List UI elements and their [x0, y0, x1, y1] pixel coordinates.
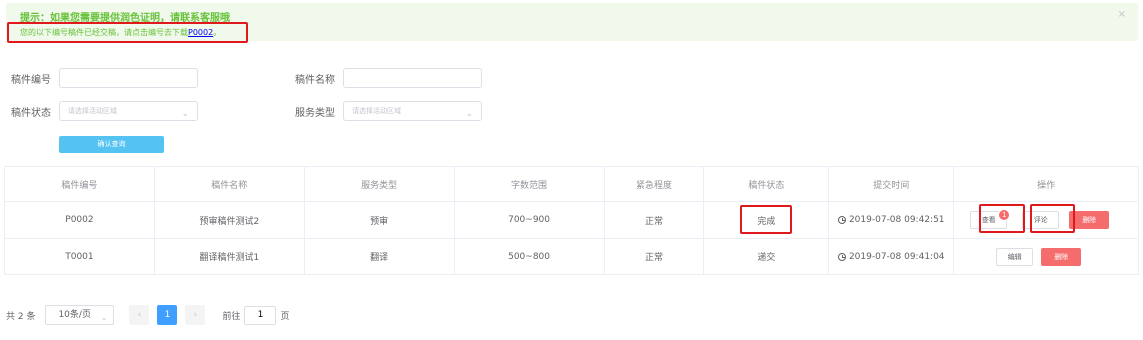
column-header-urgency: 紧急程度: [605, 167, 705, 201]
cell-urgency: 正常: [605, 202, 705, 238]
manuscript-no-label: 稿件编号: [11, 75, 51, 86]
column-header-actions: 操作: [954, 167, 1140, 201]
prev-page-button[interactable]: ‹: [129, 305, 150, 325]
page-unit-label: 页: [280, 311, 290, 322]
cell-submit-time: 2019-07-08 09:42:51: [829, 202, 955, 238]
cell-status: 完成: [704, 202, 830, 238]
service-type-label: 服务类型: [295, 108, 335, 119]
notification-badge: 1: [998, 209, 1011, 221]
cell-service-type: 预审: [305, 202, 455, 238]
table-row: P0002 预审稿件测试2 预审 700~900 正常 完成 2019-07-0…: [5, 202, 1140, 239]
submit-time: 2019-07-08 09:42:51: [837, 215, 945, 225]
page-size-select[interactable]: 10条/页 ⌄: [45, 305, 115, 325]
alert-message-end: 。: [213, 28, 222, 37]
submit-time: 2019-07-08 09:41:04: [837, 251, 945, 262]
cell-submit-time: 2019-07-08 09:41:04: [829, 239, 955, 274]
cell-word-range: 500~800: [455, 239, 605, 274]
column-header-service-type: 服务类型: [305, 167, 455, 201]
column-header-manuscript-name: 稿件名称: [155, 167, 305, 201]
chevron-down-icon: ⌄: [181, 109, 189, 119]
chevron-down-icon: ⌄: [100, 313, 108, 322]
column-header-submit-time: 提交时间: [829, 167, 955, 201]
submit-time-text: 2019-07-08 09:42:51: [848, 215, 945, 225]
cell-service-type: 翻译: [305, 239, 455, 274]
cell-manuscript-no: T0001: [5, 239, 155, 274]
column-header-status: 稿件状态: [704, 167, 830, 201]
status-label: 稿件状态: [11, 108, 51, 119]
goto-label: 前往: [222, 311, 241, 322]
page-size-value: 10条/页: [58, 310, 91, 320]
cell-actions: 编辑 删除: [954, 239, 1140, 274]
manuscript-download-link[interactable]: P0002: [188, 28, 213, 37]
column-header-manuscript-no: 稿件编号: [5, 167, 155, 201]
service-type-select[interactable]: 请选择活动区域 ⌄: [343, 101, 482, 121]
clock-icon: [837, 252, 846, 261]
next-page-button[interactable]: ›: [185, 305, 206, 325]
page-number-1[interactable]: 1: [157, 305, 178, 325]
status-select-placeholder: 请选择活动区域: [68, 107, 117, 115]
cell-status: 递交: [704, 239, 830, 274]
delete-button[interactable]: 删除: [1041, 248, 1082, 266]
cell-urgency: 正常: [605, 239, 705, 274]
status-select[interactable]: 请选择活动区域 ⌄: [59, 101, 198, 121]
column-header-word-range: 字数范围: [455, 167, 605, 201]
service-type-select-placeholder: 请选择活动区域: [352, 107, 401, 115]
total-count: 共 2 条: [6, 311, 36, 322]
confirm-query-button[interactable]: 确认查询: [59, 136, 164, 153]
cell-actions: 查看 1 评论 删除: [954, 202, 1140, 238]
chevron-down-icon: ⌄: [465, 109, 473, 119]
clock-icon: [837, 216, 846, 224]
delete-button[interactable]: 删除: [1069, 211, 1110, 229]
table-header-row: 稿件编号 稿件名称 服务类型 字数范围 紧急程度 稿件状态 提交时间 操作: [5, 167, 1140, 202]
pagination: 共 2 条 10条/页 ⌄ ‹ 1 › 前往 页: [6, 305, 289, 325]
cell-manuscript-name: 预审稿件测试2: [155, 202, 305, 238]
comment-button[interactable]: 评论: [1022, 211, 1060, 229]
manuscript-name-input[interactable]: [343, 68, 482, 88]
manuscript-table: 稿件编号 稿件名称 服务类型 字数范围 紧急程度 稿件状态 提交时间 操作 P0…: [4, 166, 1140, 275]
close-icon[interactable]: ×: [1118, 9, 1126, 20]
goto-page-input[interactable]: [244, 305, 277, 325]
table-row: T0001 翻译稿件测试1 翻译 500~800 正常 递交 2019-07-0…: [5, 239, 1140, 275]
cell-word-range: 700~900: [455, 202, 605, 238]
alert-title: 提示：如果您需要提供润色证明，请联系客服哦: [20, 13, 230, 24]
cell-manuscript-name: 翻译稿件测试1: [155, 239, 305, 274]
cell-manuscript-no: P0002: [5, 202, 155, 238]
success-alert: 提示：如果您需要提供润色证明，请联系客服哦 您的以下编号稿件已经交稿，请点击编号…: [6, 3, 1138, 41]
alert-message-text: 您的以下编号稿件已经交稿，请点击编号去下载: [20, 28, 188, 37]
alert-message: 您的以下编号稿件已经交稿，请点击编号去下载P0002。: [20, 27, 221, 38]
manuscript-no-input[interactable]: [59, 68, 198, 88]
submit-time-text: 2019-07-08 09:41:04: [848, 251, 945, 262]
edit-button[interactable]: 编辑: [996, 248, 1034, 266]
manuscript-name-label: 稿件名称: [295, 75, 335, 86]
